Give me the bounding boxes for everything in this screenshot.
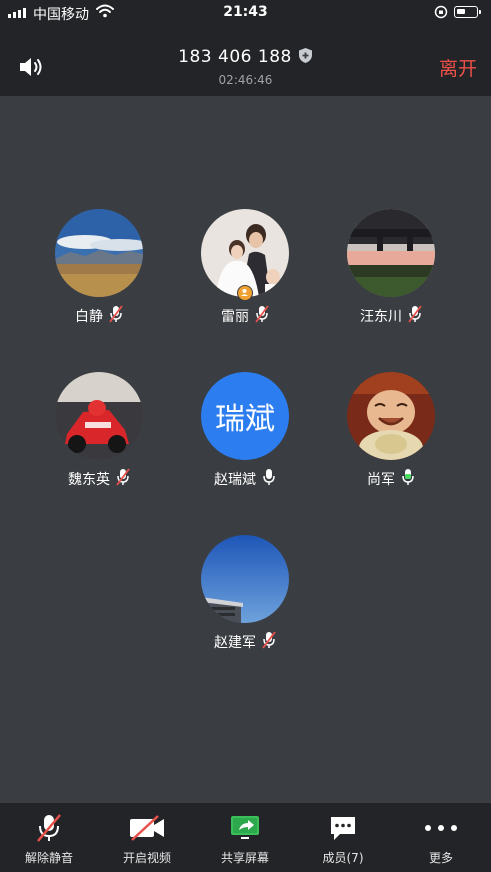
leave-button[interactable]: 离开 [439, 54, 477, 81]
participant-tile[interactable]: 瑞斌 赵瑞斌 [175, 372, 315, 490]
mic-muted-icon [262, 631, 276, 653]
meeting-id-row[interactable]: 183 406 188 [0, 47, 491, 69]
chat-bubble-icon [294, 813, 392, 843]
participant-tile[interactable]: 尚军 [321, 372, 461, 490]
shield-icon [298, 47, 313, 69]
meeting-header: 183 406 188 02:46:46 离开 [0, 26, 491, 96]
meeting-id: 183 406 188 [178, 47, 292, 67]
meeting-toolbar: 解除静音 开启视频 共享屏幕 成员(7) 更多 [0, 803, 491, 872]
avatar [201, 209, 289, 301]
participant-tile[interactable]: 赵建军 [175, 535, 315, 653]
unmute-label: 解除静音 [24, 851, 73, 865]
avatar [55, 209, 143, 297]
avatar: 瑞斌 [201, 372, 289, 460]
host-badge-icon [237, 285, 253, 301]
avatar [55, 372, 143, 460]
participant-name: 雷丽 [221, 309, 249, 325]
battery-icon [454, 6, 481, 18]
meeting-duration: 02:46:46 [218, 73, 273, 87]
share-screen-button[interactable]: 共享屏幕 [196, 803, 294, 872]
participant-name: 白静 [75, 309, 103, 325]
mic-icon [262, 468, 276, 490]
members-label: 成员(7) [322, 851, 364, 865]
share-screen-icon [196, 813, 294, 843]
mic-speaking-icon [401, 468, 415, 490]
unmute-button[interactable]: 解除静音 [0, 803, 98, 872]
participant-name: 赵瑞斌 [214, 472, 256, 488]
mic-muted-icon [408, 305, 422, 327]
participant-name: 赵建军 [214, 635, 256, 651]
participant-name: 尚军 [367, 472, 395, 488]
participant-tile[interactable]: 白静 [29, 209, 169, 327]
mic-muted-icon [0, 813, 98, 843]
mic-muted-icon [116, 468, 130, 490]
share-screen-label: 共享屏幕 [220, 851, 269, 865]
participant-tile[interactable]: 魏东英 [29, 372, 169, 490]
video-off-icon [98, 813, 196, 843]
participant-name: 魏东英 [68, 472, 110, 488]
mic-muted-icon [109, 305, 123, 327]
avatar [347, 372, 435, 460]
start-video-label: 开启视频 [122, 851, 171, 865]
status-bar: 中国移动 21:43 [0, 0, 491, 26]
more-dots-icon [392, 813, 490, 843]
more-button[interactable]: 更多 [392, 803, 490, 872]
more-label: 更多 [428, 851, 453, 865]
participant-name: 汪东川 [360, 309, 402, 325]
participant-tile[interactable]: 汪东川 [321, 209, 461, 327]
avatar [201, 535, 289, 623]
rotation-lock-icon [434, 5, 448, 23]
avatar [347, 209, 435, 297]
participant-tile[interactable]: 雷丽 [175, 209, 315, 327]
status-time: 21:43 [223, 4, 268, 20]
start-video-button[interactable]: 开启视频 [98, 803, 196, 872]
members-button[interactable]: 成员(7) [294, 803, 392, 872]
mic-muted-icon [255, 305, 269, 327]
